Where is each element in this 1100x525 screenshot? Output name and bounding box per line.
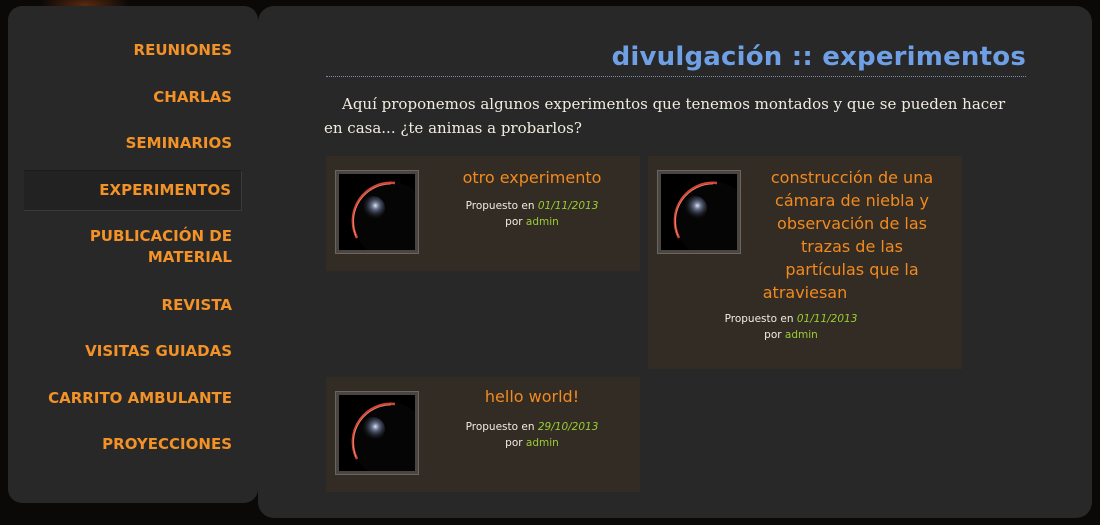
post-date: 29/10/2013: [537, 421, 599, 433]
post-card: construcción de una cámara de niebla y o…: [648, 156, 962, 369]
post-title-line: construcción de una: [770, 168, 934, 187]
posted-label: Propuesto en: [465, 200, 535, 212]
title-divider: [326, 76, 1026, 77]
post-meta: Propuesto en 01/11/2013 por admin: [442, 198, 622, 230]
post-date: 01/11/2013: [537, 200, 599, 212]
sidebar-nav: REUNIONES CHARLAS SEMINARIOS EXPERIMENTO…: [8, 6, 258, 503]
post-author-link[interactable]: admin: [785, 329, 818, 341]
post-title-line: atraviesan: [762, 283, 848, 302]
post-title-line: cámara de niebla y: [775, 191, 929, 210]
planet-image: [339, 395, 415, 471]
post-thumbnail[interactable]: [657, 170, 741, 254]
post-title-link[interactable]: construcción de una cámara de niebla y o…: [752, 166, 952, 281]
post-thumbnail[interactable]: [335, 391, 419, 475]
post-date-line: Propuesto en 29/10/2013: [442, 419, 622, 435]
post-author-link[interactable]: admin: [526, 437, 559, 449]
post-author-line: por admin: [442, 214, 622, 230]
by-label: por: [505, 216, 523, 228]
post-title-line: observación de las: [777, 214, 927, 233]
sidebar-item-experimentos[interactable]: EXPERIMENTOS: [24, 170, 242, 211]
post-meta: Propuesto en 29/10/2013 por admin: [442, 419, 622, 451]
sidebar-item-proyecciones[interactable]: PROYECCIONES: [102, 434, 232, 455]
posted-label: Propuesto en: [465, 421, 535, 433]
post-card: otro experimento Propuesto en 01/11/2013…: [326, 156, 640, 271]
posted-label: Propuesto en: [724, 313, 794, 325]
post-author-link[interactable]: admin: [526, 216, 559, 228]
intro-text: Aquí proponemos algunos experimentos que…: [324, 95, 1006, 137]
sidebar-item-label: PUBLICACIÓN DE: [89, 227, 232, 245]
post-date: 01/11/2013: [796, 313, 858, 325]
sidebar-item-seminarios[interactable]: SEMINARIOS: [126, 133, 232, 154]
sidebar-item-revista[interactable]: REVISTA: [162, 295, 232, 316]
page-title: divulgación :: experimentos: [611, 42, 1026, 72]
post-title-line: trazas de las: [801, 237, 903, 256]
by-label: por: [505, 437, 523, 449]
planet-image: [661, 174, 737, 250]
by-label: por: [764, 329, 782, 341]
post-title-link[interactable]: hello world!: [442, 385, 622, 408]
post-title-line: partículas que la: [785, 260, 919, 279]
planet-icon: [339, 395, 415, 471]
post-date-line: Propuesto en 01/11/2013: [716, 311, 866, 327]
main-content: divulgación :: experimentos Aquí propone…: [258, 6, 1092, 518]
post-title-link[interactable]: otro experimento: [442, 166, 622, 189]
sidebar-item-visitas-guiadas[interactable]: VISITAS GUIADAS: [85, 341, 232, 362]
sidebar-item-charlas[interactable]: CHARLAS: [153, 87, 232, 108]
post-card: hello world! Propuesto en 29/10/2013 por…: [326, 377, 640, 492]
post-author-line: por admin: [442, 435, 622, 451]
sidebar-item-label: MATERIAL: [147, 248, 232, 266]
sidebar-item-carrito-ambulante[interactable]: CARRITO AMBULANTE: [48, 388, 232, 409]
post-author-line: por admin: [716, 327, 866, 343]
planet-image: [339, 174, 415, 250]
post-thumbnail[interactable]: [335, 170, 419, 254]
sidebar-item-reuniones[interactable]: REUNIONES: [134, 40, 232, 61]
post-date-line: Propuesto en 01/11/2013: [442, 198, 622, 214]
planet-icon: [339, 174, 415, 250]
post-meta: Propuesto en 01/11/2013 por admin: [716, 311, 866, 343]
planet-icon: [661, 174, 737, 250]
sidebar-item-publicacion-material[interactable]: PUBLICACIÓN DE MATERIAL: [90, 226, 232, 268]
